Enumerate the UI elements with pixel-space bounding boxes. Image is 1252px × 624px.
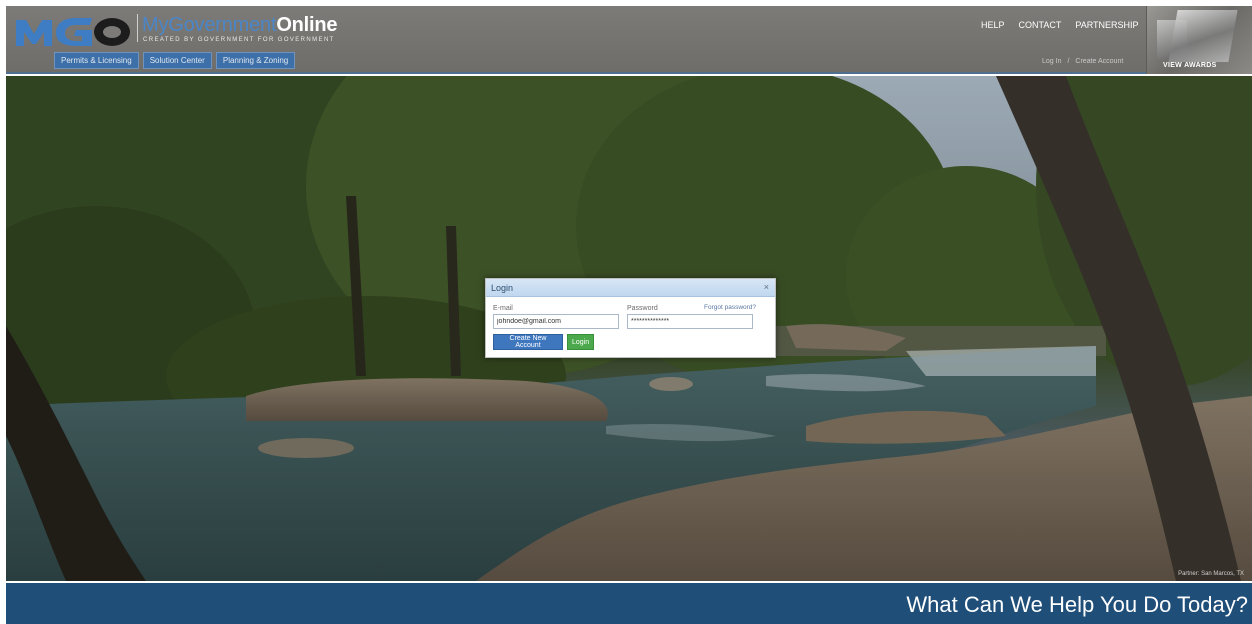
account-links: Log In / Create Account: [1042, 58, 1123, 65]
log-in-link[interactable]: Log In: [1042, 58, 1061, 65]
login-dialog-title: Login: [491, 283, 514, 293]
forgot-password-link[interactable]: Forgot password?: [704, 304, 756, 311]
mgo-logo-icon[interactable]: [14, 14, 132, 48]
view-awards-link[interactable]: VIEW AWARDS: [1163, 62, 1217, 69]
site-tagline: CREATED BY GOVERNMENT FOR GOVERNMENT: [143, 37, 335, 43]
site-header: MyGovernmentOnline CREATED BY GOVERNMENT…: [6, 6, 1252, 74]
email-field[interactable]: [493, 314, 619, 329]
nav-tab-planning-zoning[interactable]: Planning & Zoning: [215, 52, 296, 69]
partnership-link[interactable]: PARTNERSHIP: [1075, 20, 1138, 30]
logo-divider: [137, 14, 138, 42]
close-icon[interactable]: ×: [764, 282, 769, 292]
nav-tab-permits-licensing[interactable]: Permits & Licensing: [54, 52, 139, 69]
login-dialog: Login × E-mail Password Forgot password?…: [485, 278, 776, 358]
help-link[interactable]: HELP: [981, 20, 1005, 30]
award-plaque-icon: [1168, 10, 1238, 62]
site-name[interactable]: MyGovernmentOnline: [142, 14, 338, 37]
account-link-separator: /: [1067, 58, 1070, 65]
password-field[interactable]: [627, 314, 753, 329]
contact-link[interactable]: CONTACT: [1019, 20, 1062, 30]
create-new-account-button[interactable]: Create New Account: [493, 334, 563, 350]
top-links: HELP CONTACT PARTNERSHIP: [981, 20, 1139, 30]
login-button[interactable]: Login: [567, 334, 594, 350]
password-label: Password: [627, 305, 658, 312]
main-nav: Permits & Licensing Solution Center Plan…: [54, 52, 296, 69]
hero-partner-caption: Partner: San Marcos, TX: [1178, 571, 1244, 577]
login-dialog-titlebar[interactable]: Login ×: [486, 279, 775, 297]
nav-tab-solution-center[interactable]: Solution Center: [142, 52, 212, 69]
page: MyGovernmentOnline CREATED BY GOVERNMENT…: [6, 6, 1252, 624]
help-banner: What Can We Help You Do Today?: [6, 583, 1252, 624]
awards-panel[interactable]: VIEW AWARDS: [1146, 6, 1252, 74]
email-label: E-mail: [493, 305, 513, 312]
site-name-part1: MyGovernment: [142, 14, 277, 36]
create-account-link[interactable]: Create Account: [1075, 58, 1123, 65]
site-name-part2: Online: [276, 14, 338, 36]
help-banner-heading: What Can We Help You Do Today?: [906, 592, 1248, 617]
